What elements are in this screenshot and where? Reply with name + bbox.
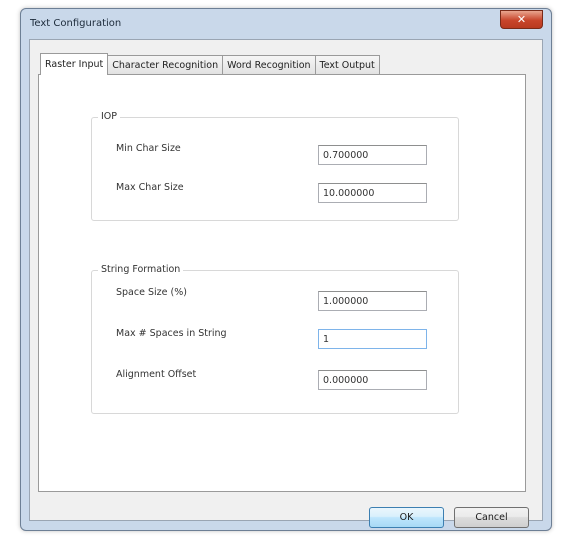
string-formation-group-title: String Formation	[98, 264, 184, 275]
tab-character-recognition[interactable]: Character Recognition	[107, 55, 224, 74]
max-spaces-field[interactable]	[318, 329, 427, 349]
dialog-window: Text Configuration ✕ Raster Input Charac…	[20, 8, 552, 531]
space-size-label: Space Size (%)	[116, 287, 187, 298]
iop-group: IOP Min Char Size Max Char Size	[91, 111, 459, 221]
iop-group-title: IOP	[98, 111, 121, 122]
raster-input-panel: IOP Min Char Size Max Char Size String F…	[38, 74, 526, 492]
min-char-size-label: Min Char Size	[116, 143, 181, 154]
alignment-offset-field[interactable]	[318, 370, 427, 390]
window-title: Text Configuration	[30, 18, 122, 29]
max-char-size-label: Max Char Size	[116, 182, 184, 193]
min-char-size-field[interactable]	[318, 145, 427, 165]
max-char-size-field[interactable]	[318, 183, 427, 203]
tab-raster-input[interactable]: Raster Input	[40, 53, 109, 75]
close-button[interactable]: ✕	[500, 10, 543, 29]
title-bar[interactable]: Text Configuration ✕	[21, 9, 551, 39]
string-formation-group: String Formation Space Size (%) Max # Sp…	[91, 264, 459, 414]
max-spaces-label: Max # Spaces in String	[116, 328, 227, 339]
ok-button[interactable]: OK	[369, 507, 444, 528]
space-size-field[interactable]	[318, 291, 427, 311]
tab-bar: Raster Input Character Recognition Word …	[40, 53, 380, 75]
tab-text-output[interactable]: Text Output	[314, 55, 380, 74]
cancel-button[interactable]: Cancel	[454, 507, 529, 528]
close-icon: ✕	[516, 13, 527, 26]
alignment-offset-label: Alignment Offset	[116, 369, 197, 380]
tab-word-recognition[interactable]: Word Recognition	[222, 55, 316, 74]
dialog-client-area: Raster Input Character Recognition Word …	[29, 39, 543, 528]
